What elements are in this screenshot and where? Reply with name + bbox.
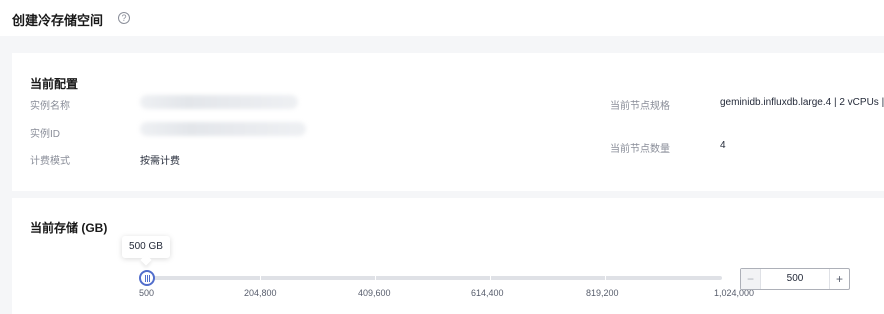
config-section-title: 当前配置	[30, 77, 79, 91]
slider-tick-mark	[260, 276, 261, 280]
instance-name-value-redacted	[140, 95, 298, 109]
slider-tick-mark	[605, 276, 606, 280]
node-count-label: 当前节点数量	[610, 144, 670, 155]
increment-button[interactable]: +	[829, 269, 849, 289]
node-spec-value: geminidb.influxdb.large.4 | 2 vCPUs | 8 …	[720, 97, 884, 108]
billing-mode-label: 计费模式	[30, 156, 70, 167]
storage-slider-track[interactable]	[146, 276, 722, 280]
storage-section-title: 当前存储 (GB)	[30, 221, 108, 235]
storage-input[interactable]: 500	[761, 269, 829, 289]
node-count-value: 4	[720, 140, 726, 151]
slider-tick-label: 500	[139, 288, 155, 298]
slider-tick-mark	[375, 276, 376, 280]
storage-slider-handle[interactable]	[139, 270, 155, 286]
slider-tick-label: 409,600	[358, 288, 391, 298]
slider-tick-label: 204,800	[244, 288, 277, 298]
slider-tick-label: 819,200	[586, 288, 619, 298]
slider-tick-mark	[490, 276, 491, 280]
slider-tick-label: 614,400	[471, 288, 504, 298]
page-title: 创建冷存储空间	[12, 13, 104, 28]
instance-id-value-redacted	[140, 122, 306, 136]
decrement-button[interactable]: −	[741, 269, 761, 289]
page-header: 创建冷存储空间 ?	[0, 0, 884, 36]
billing-mode-value: 按需计费	[140, 156, 180, 167]
help-icon[interactable]: ?	[118, 12, 130, 24]
instance-id-label: 实例ID	[30, 129, 60, 140]
node-spec-label: 当前节点规格	[610, 101, 670, 112]
storage-stepper: − 500 +	[740, 268, 850, 290]
drag-grip-icon	[145, 275, 150, 282]
instance-name-label: 实例名称	[30, 101, 70, 112]
